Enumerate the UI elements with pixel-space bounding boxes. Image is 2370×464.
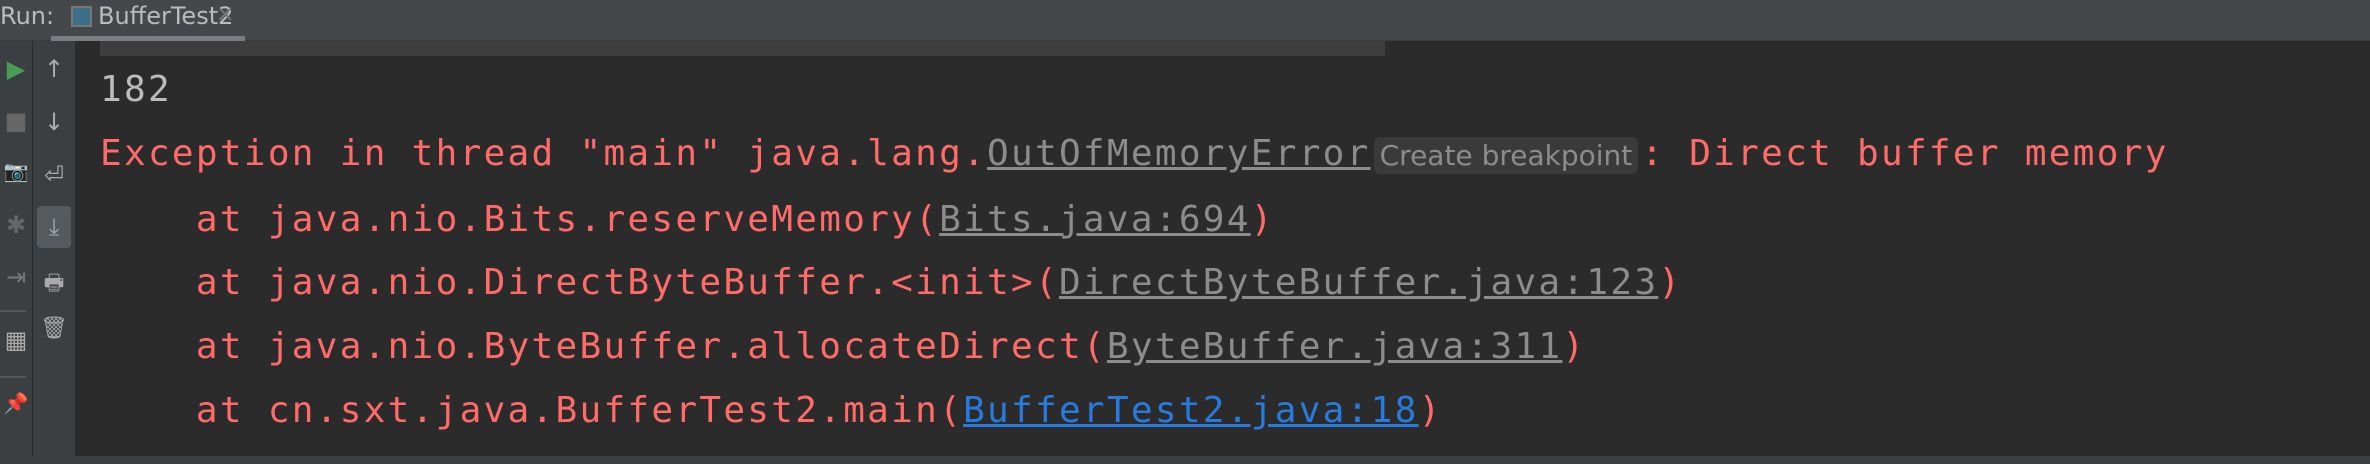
run-toolbar-right: ↑ ↓ ⏎ ⤓ 🖶 🗑 bbox=[33, 41, 75, 464]
toolbar-divider bbox=[0, 376, 26, 378]
close-tab-icon[interactable]: × bbox=[216, 2, 234, 27]
run-tool-header: Run: BufferTest2 × bbox=[0, 0, 2370, 41]
exception-line: Exception in thread "main" java.lang.Out… bbox=[100, 122, 2169, 188]
scroll-to-end-icon[interactable]: ⤓ bbox=[37, 206, 71, 248]
camera-icon[interactable]: 📷 bbox=[0, 159, 32, 183]
stack-frame: at cn.sxt.java.BufferTest2.main(BufferTe… bbox=[100, 379, 2169, 443]
debug-icon[interactable]: ✱ bbox=[0, 211, 32, 239]
console-output: 182 Exception in thread "main" java.lang.… bbox=[100, 58, 2169, 443]
source-link[interactable]: DirectByteBuffer.java:123 bbox=[1059, 262, 1658, 303]
frame-text: at java.nio.Bits.reserveMemory( bbox=[100, 198, 940, 240]
exception-message: : Direct buffer memory bbox=[1641, 132, 2169, 174]
stack-frame: at java.nio.Bits.reserveMemory(Bits.java… bbox=[100, 188, 2169, 252]
pin-icon[interactable]: 📌 bbox=[0, 391, 32, 415]
stack-frame: at java.nio.ByteBuffer.allocateDirect(By… bbox=[100, 315, 2169, 379]
tab-buffertest2[interactable]: BufferTest2 × bbox=[51, 0, 245, 41]
exception-class-link[interactable]: OutOfMemoryError bbox=[987, 133, 1371, 174]
frame-text: at java.nio.DirectByteBuffer.<init>( bbox=[100, 262, 1059, 304]
application-icon bbox=[71, 6, 92, 27]
arrow-down-icon[interactable]: ↓ bbox=[33, 108, 75, 136]
soft-wrap-icon[interactable]: ⏎ bbox=[33, 161, 75, 189]
source-link[interactable]: ByteBuffer.java:311 bbox=[1107, 326, 1563, 367]
create-breakpoint-hint[interactable]: Create breakpoint bbox=[1373, 136, 1639, 174]
trash-icon[interactable]: 🗑 bbox=[33, 316, 75, 341]
stop-icon[interactable]: ■ bbox=[0, 107, 32, 135]
toolbar-divider bbox=[0, 310, 26, 312]
arrow-up-icon[interactable]: ↑ bbox=[33, 55, 75, 83]
print-icon[interactable]: 🖶 bbox=[33, 266, 75, 304]
frame-suffix: ) bbox=[1658, 262, 1683, 304]
previous-output-line bbox=[100, 41, 1385, 56]
exception-prefix: Exception in thread "main" java.lang. bbox=[100, 132, 988, 174]
frame-text: at java.nio.ByteBuffer.allocateDirect( bbox=[100, 326, 1107, 368]
run-label: Run: bbox=[0, 2, 55, 30]
run-toolbar-left: ▶ ■ 📷 ✱ ⇥ ▦ 📌 bbox=[0, 41, 33, 464]
layout-icon[interactable]: ▦ bbox=[0, 326, 32, 354]
stack-frame: at java.nio.DirectByteBuffer.<init>(Dire… bbox=[100, 251, 2169, 315]
run-icon[interactable]: ▶ bbox=[0, 55, 32, 83]
source-link[interactable]: Bits.java:694 bbox=[939, 199, 1251, 240]
tab-label: BufferTest2 bbox=[98, 2, 234, 30]
source-link-user[interactable]: BufferTest2.java:18 bbox=[963, 390, 1419, 431]
horizontal-scrollbar[interactable] bbox=[0, 456, 2370, 464]
frame-text: at cn.sxt.java.BufferTest2.main( bbox=[100, 389, 964, 431]
exit-icon[interactable]: ⇥ bbox=[0, 263, 32, 291]
program-output: 182 bbox=[100, 69, 172, 110]
frame-suffix: ) bbox=[1250, 198, 1275, 240]
frame-suffix: ) bbox=[1562, 326, 1587, 368]
frame-suffix: ) bbox=[1418, 389, 1443, 431]
